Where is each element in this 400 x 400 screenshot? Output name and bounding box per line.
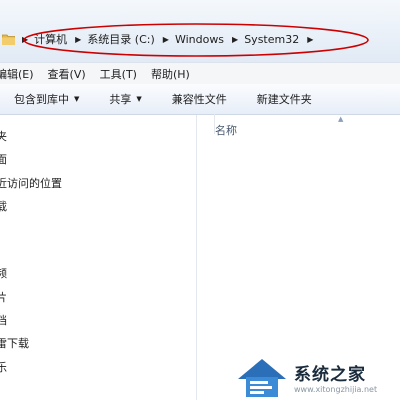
address-bar: ▶ 计算机 ▶ 系统目录 (C:) ▶ Windows ▶ System32 ▶ — [0, 0, 400, 62]
chevron-right-icon[interactable]: ▶ — [22, 35, 28, 44]
breadcrumb-system-drive[interactable]: 系统目录 (C:) — [87, 31, 154, 47]
new-folder-button[interactable]: 新建文件夹 — [257, 91, 312, 107]
dropdown-arrow-icon: ▼ — [74, 95, 80, 103]
dropdown-arrow-icon: ▼ — [136, 95, 142, 103]
folder-icon — [2, 34, 15, 45]
menu-bar: 编辑(E) 查看(V) 工具(T) 帮助(H) — [0, 62, 400, 85]
nav-item-recent-places[interactable]: 近访问的位置 — [0, 175, 62, 191]
sort-ascending-icon: ▲ — [338, 115, 344, 123]
nav-item-documents[interactable]: 档 — [0, 312, 7, 328]
nav-item-desktop[interactable]: 面 — [0, 151, 7, 167]
breadcrumb-windows[interactable]: Windows — [175, 33, 224, 46]
menu-edit[interactable]: 编辑(E) — [0, 66, 34, 82]
breadcrumb: ▶ 计算机 ▶ 系统目录 (C:) ▶ Windows ▶ System32 ▶ — [22, 31, 319, 47]
name-column-header[interactable]: 名称 — [215, 122, 237, 138]
menu-view[interactable]: 查看(V) — [48, 66, 86, 82]
nav-item-pictures[interactable]: 片 — [0, 289, 7, 305]
watermark: 系统之家 www.xitongzhijia.net — [232, 355, 400, 400]
chevron-right-icon[interactable]: ▶ — [307, 35, 313, 44]
include-library-label: 包含到库中 — [14, 93, 69, 106]
nav-item-music[interactable]: 乐 — [0, 359, 7, 375]
navigation-pane: 夹 面 近访问的位置 载 频 片 档 雷下载 乐 — [0, 115, 197, 400]
chevron-right-icon[interactable]: ▶ — [75, 35, 81, 44]
nav-item-videos[interactable]: 频 — [0, 265, 7, 281]
house-logo-icon — [238, 359, 286, 397]
menu-help[interactable]: 帮助(H) — [151, 66, 190, 82]
nav-item-downloads[interactable]: 载 — [0, 198, 7, 214]
share-button[interactable]: 共享 ▼ — [109, 91, 141, 107]
menu-tools[interactable]: 工具(T) — [100, 66, 137, 82]
include-library-button[interactable]: 包含到库中 ▼ — [14, 91, 79, 107]
command-toolbar: 包含到库中 ▼ 共享 ▼ 兼容性文件 新建文件夹 — [0, 84, 400, 115]
compatibility-files-button[interactable]: 兼容性文件 — [172, 91, 227, 107]
breadcrumb-computer[interactable]: 计算机 — [34, 31, 67, 47]
chevron-right-icon[interactable]: ▶ — [163, 35, 169, 44]
breadcrumb-system32[interactable]: System32 — [244, 33, 299, 46]
share-label: 共享 — [109, 93, 132, 106]
watermark-text: 系统之家 — [294, 365, 366, 385]
nav-item-thunder-downloads[interactable]: 雷下载 — [0, 335, 29, 351]
nav-item-favorites[interactable]: 夹 — [0, 128, 7, 144]
watermark-url: www.xitongzhijia.net — [294, 385, 378, 394]
chevron-right-icon[interactable]: ▶ — [232, 35, 238, 44]
